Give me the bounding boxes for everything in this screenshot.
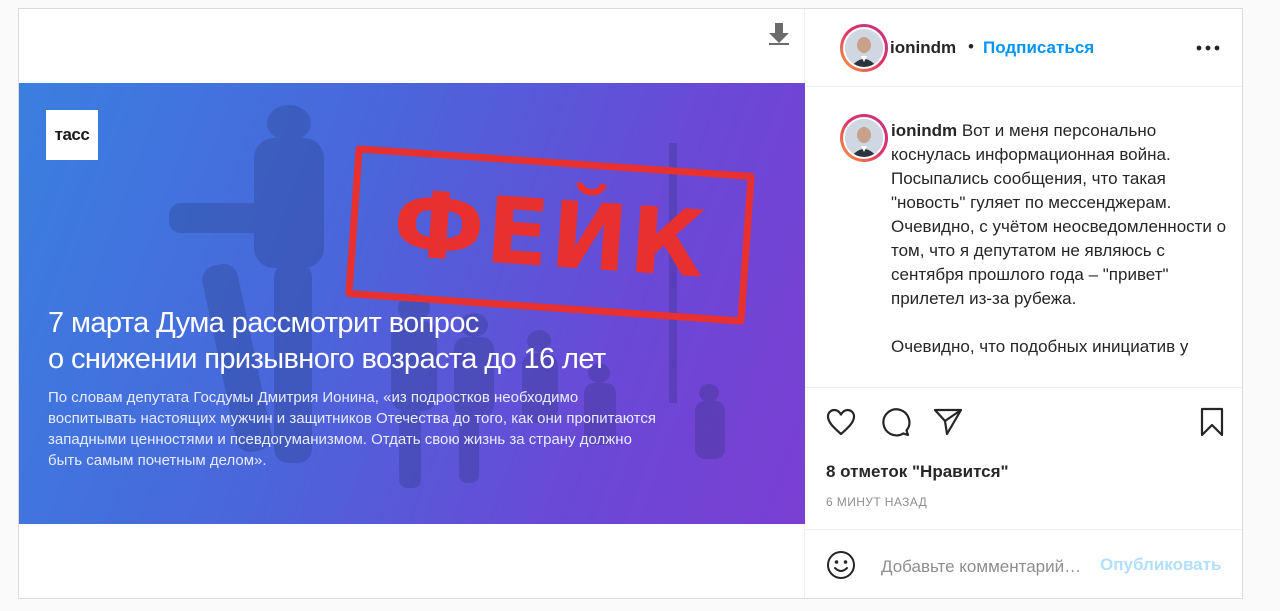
body-line: западными ценностями и псевдогуманизмом.… (48, 431, 632, 448)
stamp-text: ФЕЙК (389, 170, 711, 299)
post-image[interactable]: тасс 7 марта Дума рассмотрит вопрос о сн… (19, 83, 805, 524)
caption-username[interactable]: ionindm (891, 121, 957, 140)
heart-icon[interactable] (825, 406, 857, 438)
separator-dot: • (968, 37, 974, 56)
follow-button[interactable]: Подписаться (983, 38, 1094, 58)
avatar-photo (845, 119, 883, 157)
more-horizontal-icon[interactable] (1196, 45, 1220, 51)
body-line: По словам депутата Госдумы Дмитрия Ионин… (48, 389, 579, 406)
headline-line: о снижении призывного возраста до 16 лет (48, 343, 606, 375)
post-timestamp[interactable]: 6 МИНУТ НАЗАД (826, 495, 927, 509)
avatar[interactable] (840, 24, 888, 72)
post-caption: ionindm Вот и меня персонально коснулась… (805, 87, 1242, 387)
comment-icon[interactable] (879, 406, 911, 438)
body-line: быть самым почетным делом». (48, 452, 267, 469)
download-icon[interactable] (769, 23, 789, 45)
publish-button[interactable]: Опубликовать (1100, 555, 1221, 575)
emoji-icon[interactable] (825, 549, 857, 581)
bookmark-icon[interactable] (1196, 406, 1228, 438)
caption-body: Вот и меня персонально коснулась информа… (891, 121, 1227, 356)
share-icon[interactable] (932, 406, 964, 438)
body-line: воспитывать настоящих мужчин и защитнико… (48, 410, 656, 427)
instagram-post: тасс 7 марта Дума рассмотрит вопрос о сн… (18, 8, 1243, 599)
caption-text: ionindm Вот и меня персонально коснулась… (891, 119, 1231, 359)
avatar-photo (845, 29, 883, 67)
header-username[interactable]: ionindm (890, 38, 956, 58)
post-media: тасс 7 марта Дума рассмотрит вопрос о сн… (19, 9, 805, 598)
post-sidebar: ionindm • Подписаться ionindm Вот и меня… (805, 9, 1242, 598)
post-actions: 8 отметок "Нравится" 6 МИНУТ НАЗАД (805, 387, 1242, 529)
caption-avatar[interactable] (840, 114, 888, 162)
image-body-text: По словам депутата Госдумы Дмитрия Ионин… (48, 387, 688, 471)
comment-input[interactable] (879, 554, 1123, 580)
post-header: ionindm • Подписаться (805, 9, 1242, 87)
tass-logo: тасс (46, 110, 98, 160)
likes-count[interactable]: 8 отметок "Нравится" (826, 462, 1009, 482)
comment-bar: Опубликовать (805, 529, 1242, 600)
fake-stamp: ФЕЙК (345, 145, 755, 325)
